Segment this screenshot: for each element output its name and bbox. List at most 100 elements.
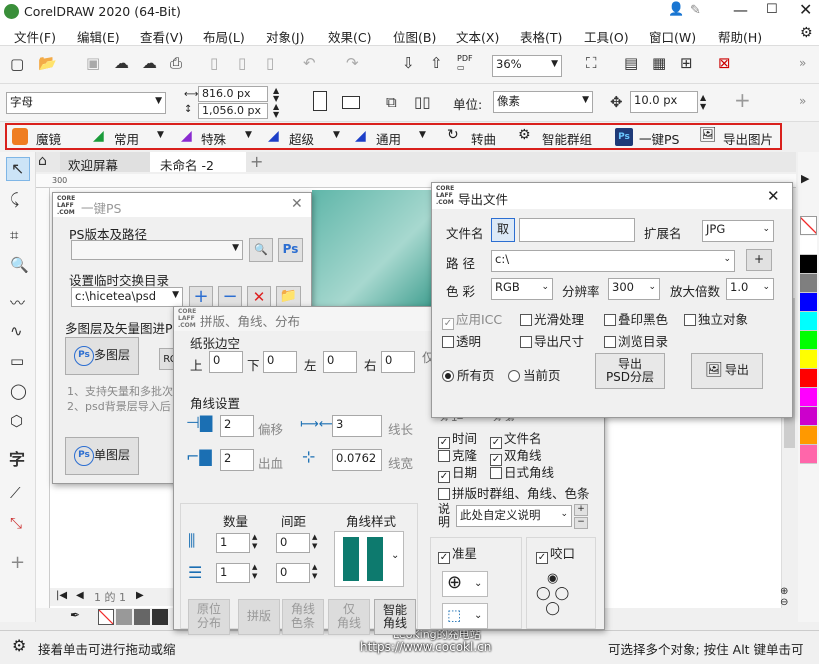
- next-page-icon[interactable]: ▶: [136, 590, 144, 601]
- new-tab-icon[interactable]: +: [250, 152, 263, 171]
- menu-view[interactable]: 查看(V): [140, 27, 183, 46]
- ps-version-combo[interactable]: ▼: [71, 240, 243, 260]
- plugin-magic-mirror[interactable]: 魔镜: [36, 129, 61, 148]
- palette-swatch[interactable]: [800, 426, 817, 445]
- cb-export-size[interactable]: 导出尺寸: [520, 331, 584, 350]
- margin-left-input[interactable]: 0: [323, 351, 357, 373]
- menu-edit[interactable]: 编辑(E): [77, 27, 120, 46]
- distribute-original-button[interactable]: 原位 分布: [188, 599, 230, 635]
- status-settings-icon[interactable]: ⚙: [12, 636, 26, 655]
- line-width-input[interactable]: 0.0762: [332, 449, 382, 471]
- pick-tool-icon[interactable]: ↖: [11, 159, 24, 178]
- print-icon[interactable]: ⎙: [170, 54, 182, 72]
- offset-input[interactable]: 2: [220, 415, 254, 437]
- radio-current-page-dot[interactable]: [508, 370, 520, 382]
- cb-japanese-line[interactable]: 日式角线: [490, 462, 554, 481]
- palette-flyout-icon[interactable]: ▶: [801, 172, 809, 185]
- palette-swatch[interactable]: [800, 312, 817, 331]
- text-tool-icon[interactable]: 字: [9, 446, 25, 470]
- freehand-tool-icon[interactable]: 〰: [10, 292, 25, 313]
- gap-h-input[interactable]: 0: [276, 533, 310, 553]
- registration-style-combo-2[interactable]: ⬚ ⌄: [442, 603, 488, 629]
- cloud-upload-icon[interactable]: ☁: [114, 54, 129, 72]
- pdf-icon[interactable]: PDF ▭: [457, 54, 473, 72]
- cb-apply-icc-box[interactable]: [442, 318, 454, 330]
- connector-tool-icon[interactable]: ⤡: [10, 514, 22, 532]
- special-dropdown-icon[interactable]: ▼: [245, 130, 252, 140]
- radio-all-pages-dot[interactable]: [442, 370, 454, 382]
- temp-dir-combo[interactable]: c:\hicetea\psd ▼: [71, 287, 183, 307]
- path-combo[interactable]: c:\ ⌄: [491, 250, 735, 272]
- cb-bite[interactable]: 咬口: [536, 543, 575, 564]
- open-icon[interactable]: 📂: [38, 54, 57, 72]
- cb-bite-box[interactable]: [536, 552, 548, 564]
- corner-style-combo[interactable]: ⌄: [334, 531, 404, 587]
- path-add-button[interactable]: +: [746, 249, 772, 271]
- rectangle-tool-icon[interactable]: ▭: [10, 352, 24, 370]
- bite-position-selector[interactable]: ◉ ◯ ◯ ◯: [536, 571, 569, 616]
- cb-date-box[interactable]: [438, 471, 450, 483]
- menu-effects[interactable]: 效果(C): [328, 27, 371, 46]
- temp-remove-button[interactable]: −: [218, 286, 242, 308]
- scale-combo[interactable]: 1.0 ⌄: [726, 278, 774, 300]
- dimension-tool-icon[interactable]: ⟋: [10, 484, 21, 502]
- smart-corner-button[interactable]: 智能 角线: [374, 599, 416, 635]
- add-page-icon[interactable]: +: [734, 88, 751, 112]
- single-layer-button[interactable]: Ps 单图层: [65, 437, 139, 475]
- filename-input[interactable]: [519, 218, 635, 242]
- plugin-one-key-ps[interactable]: 一键PS: [639, 129, 679, 148]
- landscape-icon[interactable]: [342, 96, 360, 109]
- cb-overprint-black-box[interactable]: [604, 314, 616, 326]
- cb-smooth[interactable]: 光滑处理: [520, 309, 584, 328]
- cb-registration-box[interactable]: [438, 552, 450, 564]
- all-pages-icon[interactable]: ⧉: [386, 93, 397, 111]
- super-dropdown-icon[interactable]: ▼: [333, 130, 340, 140]
- guidelines-icon[interactable]: ⊞: [680, 54, 693, 72]
- cb-browse-dir-box[interactable]: [604, 336, 616, 348]
- general-dropdown-icon[interactable]: ▼: [419, 130, 426, 140]
- cloud-icon[interactable]: ☁: [142, 54, 157, 72]
- cb-japanese-line-box[interactable]: [490, 467, 502, 479]
- cb-transparent[interactable]: 透明: [442, 331, 481, 350]
- new-icon[interactable]: ▢: [10, 55, 24, 73]
- color-mode-combo[interactable]: RGB ⌄: [491, 278, 553, 300]
- gap-h-spinner[interactable]: ▲ ▼: [312, 533, 317, 551]
- polygon-tool-icon[interactable]: ⬡: [10, 412, 23, 430]
- ps-launch-button[interactable]: Ps: [278, 238, 303, 262]
- zoom-corner-icons[interactable]: ⊕ ⊖: [780, 586, 800, 620]
- home-icon[interactable]: ⌂: [38, 153, 47, 169]
- corner-colorbar-button[interactable]: 角线 色条: [282, 599, 324, 635]
- user-icon[interactable]: 👤: [668, 2, 684, 17]
- cb-clone-box[interactable]: [438, 450, 450, 462]
- corner-only-button[interactable]: 仅 角线: [328, 599, 370, 635]
- redo-icon[interactable]: ↷: [346, 54, 359, 72]
- gap-v-input[interactable]: 0: [276, 563, 310, 583]
- temp-add-button[interactable]: +: [189, 286, 213, 308]
- ps-dialog-close[interactable]: ✕: [291, 196, 303, 212]
- multi-layer-button[interactable]: Ps 多图层: [65, 337, 139, 375]
- nudge-spinner[interactable]: ▲ ▼: [700, 93, 706, 111]
- bleed-input[interactable]: 2: [220, 449, 254, 471]
- impose-button[interactable]: 拼版: [238, 599, 280, 635]
- menu-object[interactable]: 对象(J): [266, 27, 304, 46]
- size-spinner[interactable]: ▲ ▼ ▲ ▼: [273, 87, 279, 119]
- palette-swatch[interactable]: [800, 407, 817, 426]
- description-remove-button[interactable]: −: [574, 517, 588, 529]
- plugin-super[interactable]: 超级: [289, 129, 314, 148]
- menu-tools[interactable]: 工具(O): [584, 27, 629, 46]
- plugin-convert-curve[interactable]: 转曲: [471, 129, 496, 148]
- menu-window[interactable]: 窗口(W): [649, 27, 696, 46]
- cb-transparent-box[interactable]: [442, 336, 454, 348]
- export-dialog-close[interactable]: ✕: [767, 187, 780, 205]
- count-h-input[interactable]: 1: [216, 533, 250, 553]
- width-input[interactable]: 816.0 px: [198, 86, 268, 102]
- cut-icon[interactable]: ▯: [210, 54, 218, 72]
- description-combo[interactable]: 此处自定义说明 ⌄: [456, 505, 572, 527]
- grid-icon[interactable]: ▦: [652, 54, 666, 72]
- cb-group-on-impose-box[interactable]: [438, 488, 450, 500]
- margin-bottom-input[interactable]: 0: [263, 351, 297, 373]
- copy-icon[interactable]: ▯: [238, 54, 246, 72]
- eyedropper-icon[interactable]: ✒: [70, 608, 80, 622]
- extension-combo[interactable]: JPG ⌄: [702, 220, 774, 242]
- crop-tool-icon[interactable]: ⌗: [10, 226, 18, 244]
